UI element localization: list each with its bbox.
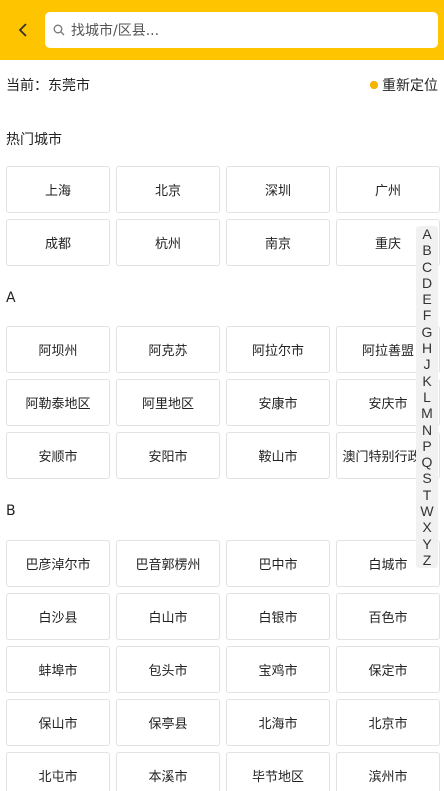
index-letter[interactable]: Q [422, 454, 433, 470]
city-button[interactable]: 宝鸡市 [226, 646, 330, 693]
hot-cities-grid: 上海 北京 深圳 广州 成都 杭州 南京 重庆 [6, 166, 440, 266]
city-button[interactable]: 白沙县 [6, 593, 110, 640]
top-bar: 找城市/区县... [0, 0, 444, 60]
hot-cities-title: 热门城市 [6, 132, 62, 148]
index-letter[interactable]: Z [423, 552, 432, 568]
city-button[interactable]: 巴中市 [226, 540, 330, 587]
city-button[interactable]: 安顺市 [6, 432, 110, 479]
relocate-button[interactable]: 重新定位 [370, 75, 438, 95]
city-button[interactable]: 北京 [116, 166, 220, 213]
city-button[interactable]: 白银市 [226, 593, 330, 640]
index-letter[interactable]: F [423, 307, 432, 323]
index-letter[interactable]: N [422, 422, 432, 438]
index-letter[interactable]: J [424, 356, 431, 372]
city-button[interactable]: 毕节地区 [226, 752, 330, 791]
section-b-grid: 巴彦淖尔市 巴音郭楞州 巴中市 白城市 白沙县 白山市 白银市 百色市 蚌埠市 包头市 宝鸡市 保定市… [6, 540, 440, 791]
current-city-label: 当前：东莞市 [6, 78, 90, 94]
chevron-left-icon [18, 23, 27, 37]
index-letter[interactable]: K [422, 373, 431, 389]
city-button[interactable]: 蚌埠市 [6, 646, 110, 693]
city-button[interactable]: 深圳 [226, 166, 330, 213]
section-b-title: B [6, 503, 16, 519]
city-button[interactable]: 南京 [226, 219, 330, 266]
city-button[interactable]: 保定市 [336, 646, 440, 693]
search-input[interactable]: 找城市/区县... [45, 12, 438, 48]
city-button[interactable]: 鞍山市 [226, 432, 330, 479]
index-letter[interactable]: X [422, 519, 431, 535]
search-icon [53, 24, 65, 36]
city-button[interactable]: 本溪市 [116, 752, 220, 791]
index-letter[interactable]: A [422, 226, 431, 242]
index-letter[interactable]: B [422, 242, 431, 258]
index-letter[interactable]: G [422, 324, 433, 340]
index-letter[interactable]: E [422, 291, 431, 307]
index-letter[interactable]: S [422, 470, 431, 486]
city-button[interactable]: 阿里地区 [116, 379, 220, 426]
city-button[interactable]: 广州 [336, 166, 440, 213]
index-letter[interactable]: M [421, 405, 433, 421]
city-button[interactable]: 成都 [6, 219, 110, 266]
city-button[interactable]: 百色市 [336, 593, 440, 640]
city-button[interactable]: 杭州 [116, 219, 220, 266]
index-letter[interactable]: P [422, 438, 431, 454]
city-button[interactable]: 阿克苏 [116, 326, 220, 373]
index-letter[interactable]: H [422, 340, 432, 356]
city-button[interactable]: 北海市 [226, 699, 330, 746]
search-placeholder: 找城市/区县... [71, 23, 160, 39]
location-row: 当前：东莞市 重新定位 [0, 70, 444, 98]
back-button[interactable] [10, 16, 36, 44]
city-button[interactable]: 滨州市 [336, 752, 440, 791]
city-button[interactable]: 阿拉尔市 [226, 326, 330, 373]
index-letter[interactable]: T [423, 487, 432, 503]
relocate-label: 重新定位 [382, 78, 438, 94]
index-letter[interactable]: W [420, 503, 433, 519]
city-button[interactable]: 保亭县 [116, 699, 220, 746]
index-letter[interactable]: Y [422, 536, 431, 552]
index-letter[interactable]: L [423, 389, 431, 405]
index-letter[interactable]: D [422, 275, 432, 291]
city-button[interactable]: 保山市 [6, 699, 110, 746]
city-button[interactable]: 阿坝州 [6, 326, 110, 373]
section-a-grid: 阿坝州 阿克苏 阿拉尔市 阿拉善盟 阿勒泰地区 阿里地区 安康市 安庆市 安顺市 安阳市 鞍山市 澳门… [6, 326, 440, 479]
city-button[interactable]: 安阳市 [116, 432, 220, 479]
city-button[interactable]: 包头市 [116, 646, 220, 693]
city-button[interactable]: 巴音郭楞州 [116, 540, 220, 587]
location-dot-icon [370, 81, 378, 89]
city-button[interactable]: 北屯市 [6, 752, 110, 791]
alphabet-index[interactable]: ABCDEFGHJKLMNPQSTWXYZ [416, 226, 438, 568]
city-button[interactable]: 白山市 [116, 593, 220, 640]
section-a-title: A [6, 290, 16, 306]
city-button[interactable]: 巴彦淖尔市 [6, 540, 110, 587]
index-letter[interactable]: C [422, 259, 432, 275]
city-button[interactable]: 上海 [6, 166, 110, 213]
city-button[interactable]: 安康市 [226, 379, 330, 426]
city-button[interactable]: 北京市 [336, 699, 440, 746]
city-button[interactable]: 阿勒泰地区 [6, 379, 110, 426]
